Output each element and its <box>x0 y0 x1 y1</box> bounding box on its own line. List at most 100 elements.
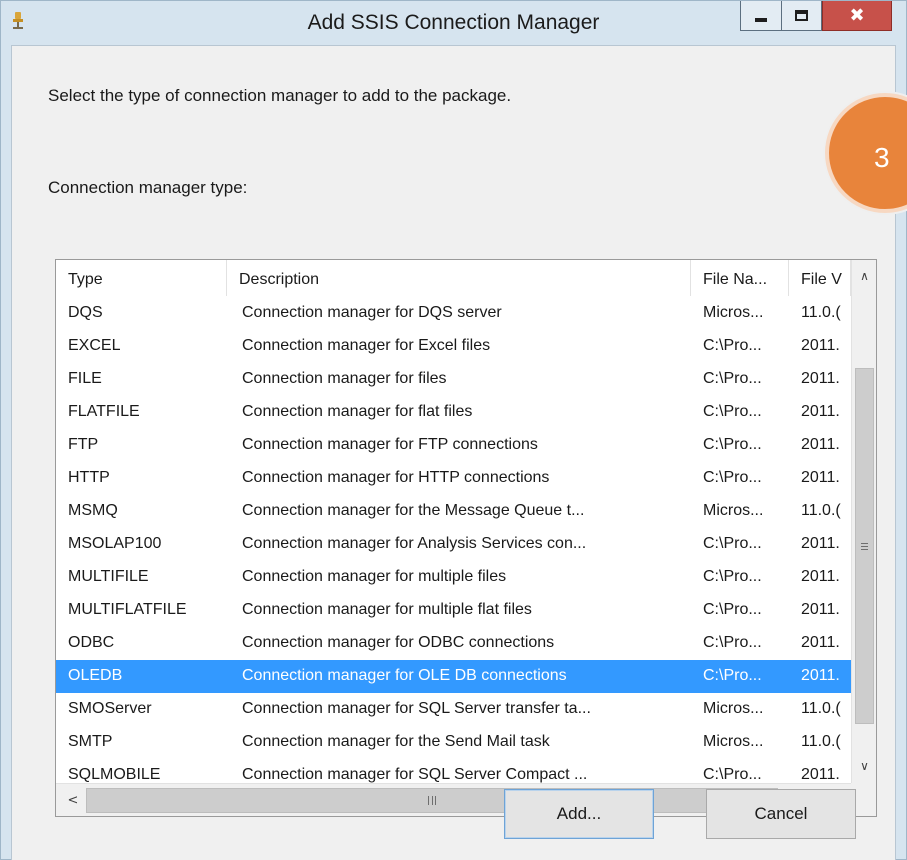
dialog-body: Select the type of connection manager to… <box>11 45 896 860</box>
step-badge-number: 3 <box>874 142 890 173</box>
horizontal-scroll-thumb[interactable] <box>86 788 778 813</box>
cell-type: MSMQ <box>68 501 118 519</box>
list-item[interactable]: HTTP Connection manager for HTTP connecti… <box>56 461 851 494</box>
cell-description: Connection manager for SQL Server Compac… <box>242 766 588 784</box>
cell-file-version: 2011. <box>801 336 840 354</box>
cell-type: FLATFILE <box>68 402 140 420</box>
list-item[interactable]: SMOServer Connection manager for SQL Serv… <box>56 693 851 726</box>
cell-type: SMOServer <box>68 700 152 718</box>
connection-manager-list[interactable]: Type Description File Na... File V DQS Co… <box>55 259 877 817</box>
cell-file-version: 11.0.( <box>801 501 841 519</box>
dialog-window: Add SSIS Connection Manager ✖ Select the… <box>0 0 907 860</box>
column-header-file-name[interactable]: File Na... <box>691 260 789 296</box>
cell-file-version: 2011. <box>801 568 840 586</box>
vertical-scrollbar[interactable]: ∧ ∨ <box>851 260 876 783</box>
cell-file-version: 11.0.( <box>801 303 841 321</box>
connection-type-label: Connection manager type: <box>48 178 248 197</box>
ssis-app-icon <box>13 12 23 29</box>
list-item[interactable]: MSMQ Connection manager for the Message Q… <box>56 494 851 527</box>
cell-description: Connection manager for files <box>242 369 447 387</box>
title-bar[interactable]: Add SSIS Connection Manager ✖ <box>1 1 906 45</box>
cell-file-name: C:\Pro... <box>703 468 762 486</box>
column-header-description[interactable]: Description <box>227 260 691 296</box>
cell-file-version: 2011. <box>801 601 840 619</box>
cell-file-version: 2011. <box>801 402 840 420</box>
maximize-icon <box>795 10 808 21</box>
list-item[interactable]: SMTP Connection manager for the Send Mail… <box>56 726 851 759</box>
cell-file-version: 2011. <box>801 667 840 685</box>
cell-type: MULTIFILE <box>68 568 149 586</box>
cell-file-name: C:\Pro... <box>703 402 762 420</box>
cell-file-version: 2011. <box>801 468 840 486</box>
cell-description: Connection manager for FTP connections <box>242 435 538 453</box>
cell-file-version: 2011. <box>801 634 840 652</box>
grip-icon <box>428 796 436 805</box>
cell-type: DQS <box>68 303 103 321</box>
cell-description: Connection manager for DQS server <box>242 303 502 321</box>
cell-file-name: C:\Pro... <box>703 634 762 652</box>
scroll-up-icon[interactable]: ∧ <box>852 264 876 288</box>
cell-file-version: 2011. <box>801 435 840 453</box>
cell-type: HTTP <box>68 468 110 486</box>
cell-description: Connection manager for the Send Mail tas… <box>242 733 550 751</box>
cell-type: FILE <box>68 369 102 387</box>
cell-file-version: 11.0.( <box>801 700 841 718</box>
cell-type: MULTIFLATFILE <box>68 601 187 619</box>
list-item[interactable]: OLEDB Connection manager for OLE DB conne… <box>56 659 851 693</box>
list-item[interactable]: FTP Connection manager for FTP connection… <box>56 428 851 461</box>
cell-type: EXCEL <box>68 336 121 354</box>
cell-file-name: C:\Pro... <box>703 601 762 619</box>
cell-file-version: 2011. <box>801 534 840 552</box>
list-item[interactable]: DQS Connection manager for DQS server Micr… <box>56 296 851 329</box>
cell-description: Connection manager for OLE DB connection… <box>242 667 567 685</box>
cell-description: Connection manager for ODBC connections <box>242 634 555 652</box>
grip-icon <box>861 542 868 550</box>
close-icon: ✖ <box>849 5 865 26</box>
cell-description: Connection manager for the Message Queue… <box>242 501 585 519</box>
cell-description: Connection manager for flat files <box>242 402 473 420</box>
instruction-text: Select the type of connection manager to… <box>48 86 512 105</box>
add-button[interactable]: Add... <box>504 789 654 839</box>
scroll-left-icon[interactable]: < <box>60 784 86 816</box>
list-item[interactable]: EXCEL Connection manager for Excel files C… <box>56 329 851 362</box>
cell-file-name: C:\Pro... <box>703 369 762 387</box>
minimize-icon <box>755 17 767 22</box>
list-item[interactable]: FILE Connection manager for files C:\Pro..… <box>56 362 851 395</box>
column-header-file-version[interactable]: File V <box>789 260 851 296</box>
cell-type: SMTP <box>68 733 113 751</box>
maximize-button[interactable] <box>782 1 822 31</box>
cancel-button[interactable]: Cancel <box>706 789 856 839</box>
cell-description: Connection manager for Excel files <box>242 336 491 354</box>
cell-file-name: Micros... <box>703 700 764 718</box>
cell-type: ODBC <box>68 634 115 652</box>
list-item[interactable]: ODBC Connection manager for ODBC connecti… <box>56 627 851 660</box>
cell-description: Connection manager for Analysis Services… <box>242 534 587 552</box>
cell-file-name: C:\Pro... <box>703 667 762 685</box>
cell-file-name: C:\Pro... <box>703 568 762 586</box>
cell-file-version: 11.0.( <box>801 733 841 751</box>
list-item[interactable]: MULTIFILE Connection manager for multiple… <box>56 561 851 594</box>
cell-type: FTP <box>68 435 99 453</box>
scroll-down-icon[interactable]: ∨ <box>852 754 876 778</box>
cell-description: Connection manager for SQL Server transf… <box>242 700 591 718</box>
cell-file-name: C:\Pro... <box>703 435 762 453</box>
close-button[interactable]: ✖ <box>822 1 892 31</box>
cell-description: Connection manager for multiple files <box>242 568 507 586</box>
cell-file-version: 2011. <box>801 369 840 387</box>
list-rows: DQS Connection manager for DQS server Micr… <box>56 296 851 792</box>
list-item[interactable]: MSOLAP100 Connection manager for Analysis… <box>56 527 851 560</box>
cell-file-name: Micros... <box>703 501 764 519</box>
list-item[interactable]: MULTIFLATFILE Connection manager for mult… <box>56 594 851 627</box>
column-header-type[interactable]: Type <box>56 260 227 296</box>
cell-file-name: Micros... <box>703 303 764 321</box>
cell-type: MSOLAP100 <box>68 534 162 552</box>
cell-file-version: 2011. <box>801 766 840 784</box>
cell-type: SQLMOBILE <box>68 766 161 784</box>
cell-file-name: C:\Pro... <box>703 336 762 354</box>
vertical-scroll-thumb[interactable] <box>855 368 874 724</box>
cell-type: OLEDB <box>68 667 123 685</box>
list-item[interactable]: FLATFILE Connection manager for flat file… <box>56 395 851 428</box>
cell-file-name: C:\Pro... <box>703 534 762 552</box>
cell-file-name: Micros... <box>703 733 764 751</box>
minimize-button[interactable] <box>740 1 782 31</box>
